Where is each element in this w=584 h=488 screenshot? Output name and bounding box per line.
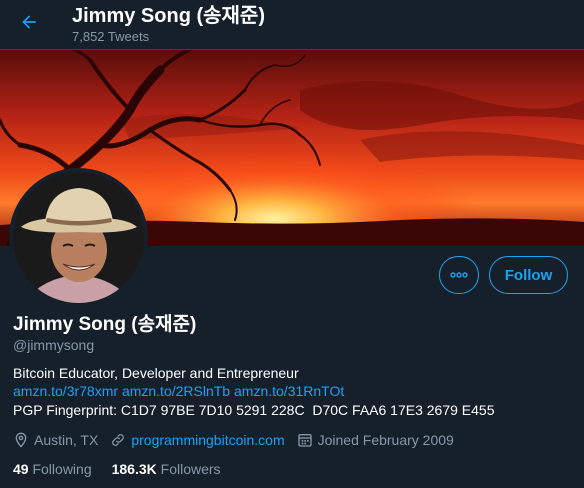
following-link[interactable]: 49 Following — [13, 461, 92, 477]
following-count: 49 — [13, 461, 29, 477]
header-title: Jimmy Song (송재준) — [72, 5, 265, 27]
tweet-count: 7,852 Tweets — [72, 29, 150, 44]
profile-bio: Bitcoin Educator, Developer and Entrepre… — [13, 365, 299, 381]
calendar-icon — [297, 434, 312, 447]
avatar[interactable] — [9, 168, 148, 307]
follow-button[interactable]: Follow — [489, 256, 568, 294]
location: Austin, TX — [13, 432, 98, 448]
bio-links: amzn.to/3r78xmr amzn.to/2RSlnTb amzn.to/… — [13, 382, 344, 400]
followers-label: Followers — [160, 461, 221, 477]
join-date: Joined February 2009 — [297, 432, 454, 448]
following-label: Following — [32, 461, 92, 477]
location-pin-icon — [15, 432, 27, 448]
link-icon — [112, 434, 125, 446]
pgp-fingerprint: PGP Fingerprint: C1D7 97BE 7D10 5291 228… — [13, 402, 495, 418]
website: programmingbitcoin.com — [110, 432, 285, 448]
location-text: Austin, TX — [34, 432, 99, 448]
avatar-image — [13, 172, 144, 303]
arrow-left-icon — [22, 15, 36, 29]
followers-link[interactable]: 186.3K Followers — [112, 461, 221, 477]
profile-name: Jimmy Song (송재준) — [13, 314, 197, 335]
profile-meta: Austin, TX programmingbitcoin.com Joined… — [13, 430, 466, 450]
followers-count: 186.3K — [111, 461, 157, 477]
bio-link[interactable]: amzn.to/3r78xmr — [13, 383, 118, 399]
bio-link[interactable]: amzn.to/31RnTOt — [234, 383, 344, 399]
website-link[interactable]: programmingbitcoin.com — [131, 432, 284, 448]
ellipsis-icon — [450, 272, 468, 278]
profile-stats: 49 Following 186.3K Followers — [13, 459, 241, 479]
bio-link[interactable]: amzn.to/2RSlnTb — [122, 383, 230, 399]
more-options-button[interactable] — [439, 256, 479, 294]
profile-header: Jimmy Song (송재준) 7,852 Tweets — [0, 0, 584, 50]
join-date-text: Joined February 2009 — [317, 432, 454, 448]
back-button[interactable] — [14, 7, 44, 37]
profile-handle: @jimmysong — [13, 337, 95, 353]
